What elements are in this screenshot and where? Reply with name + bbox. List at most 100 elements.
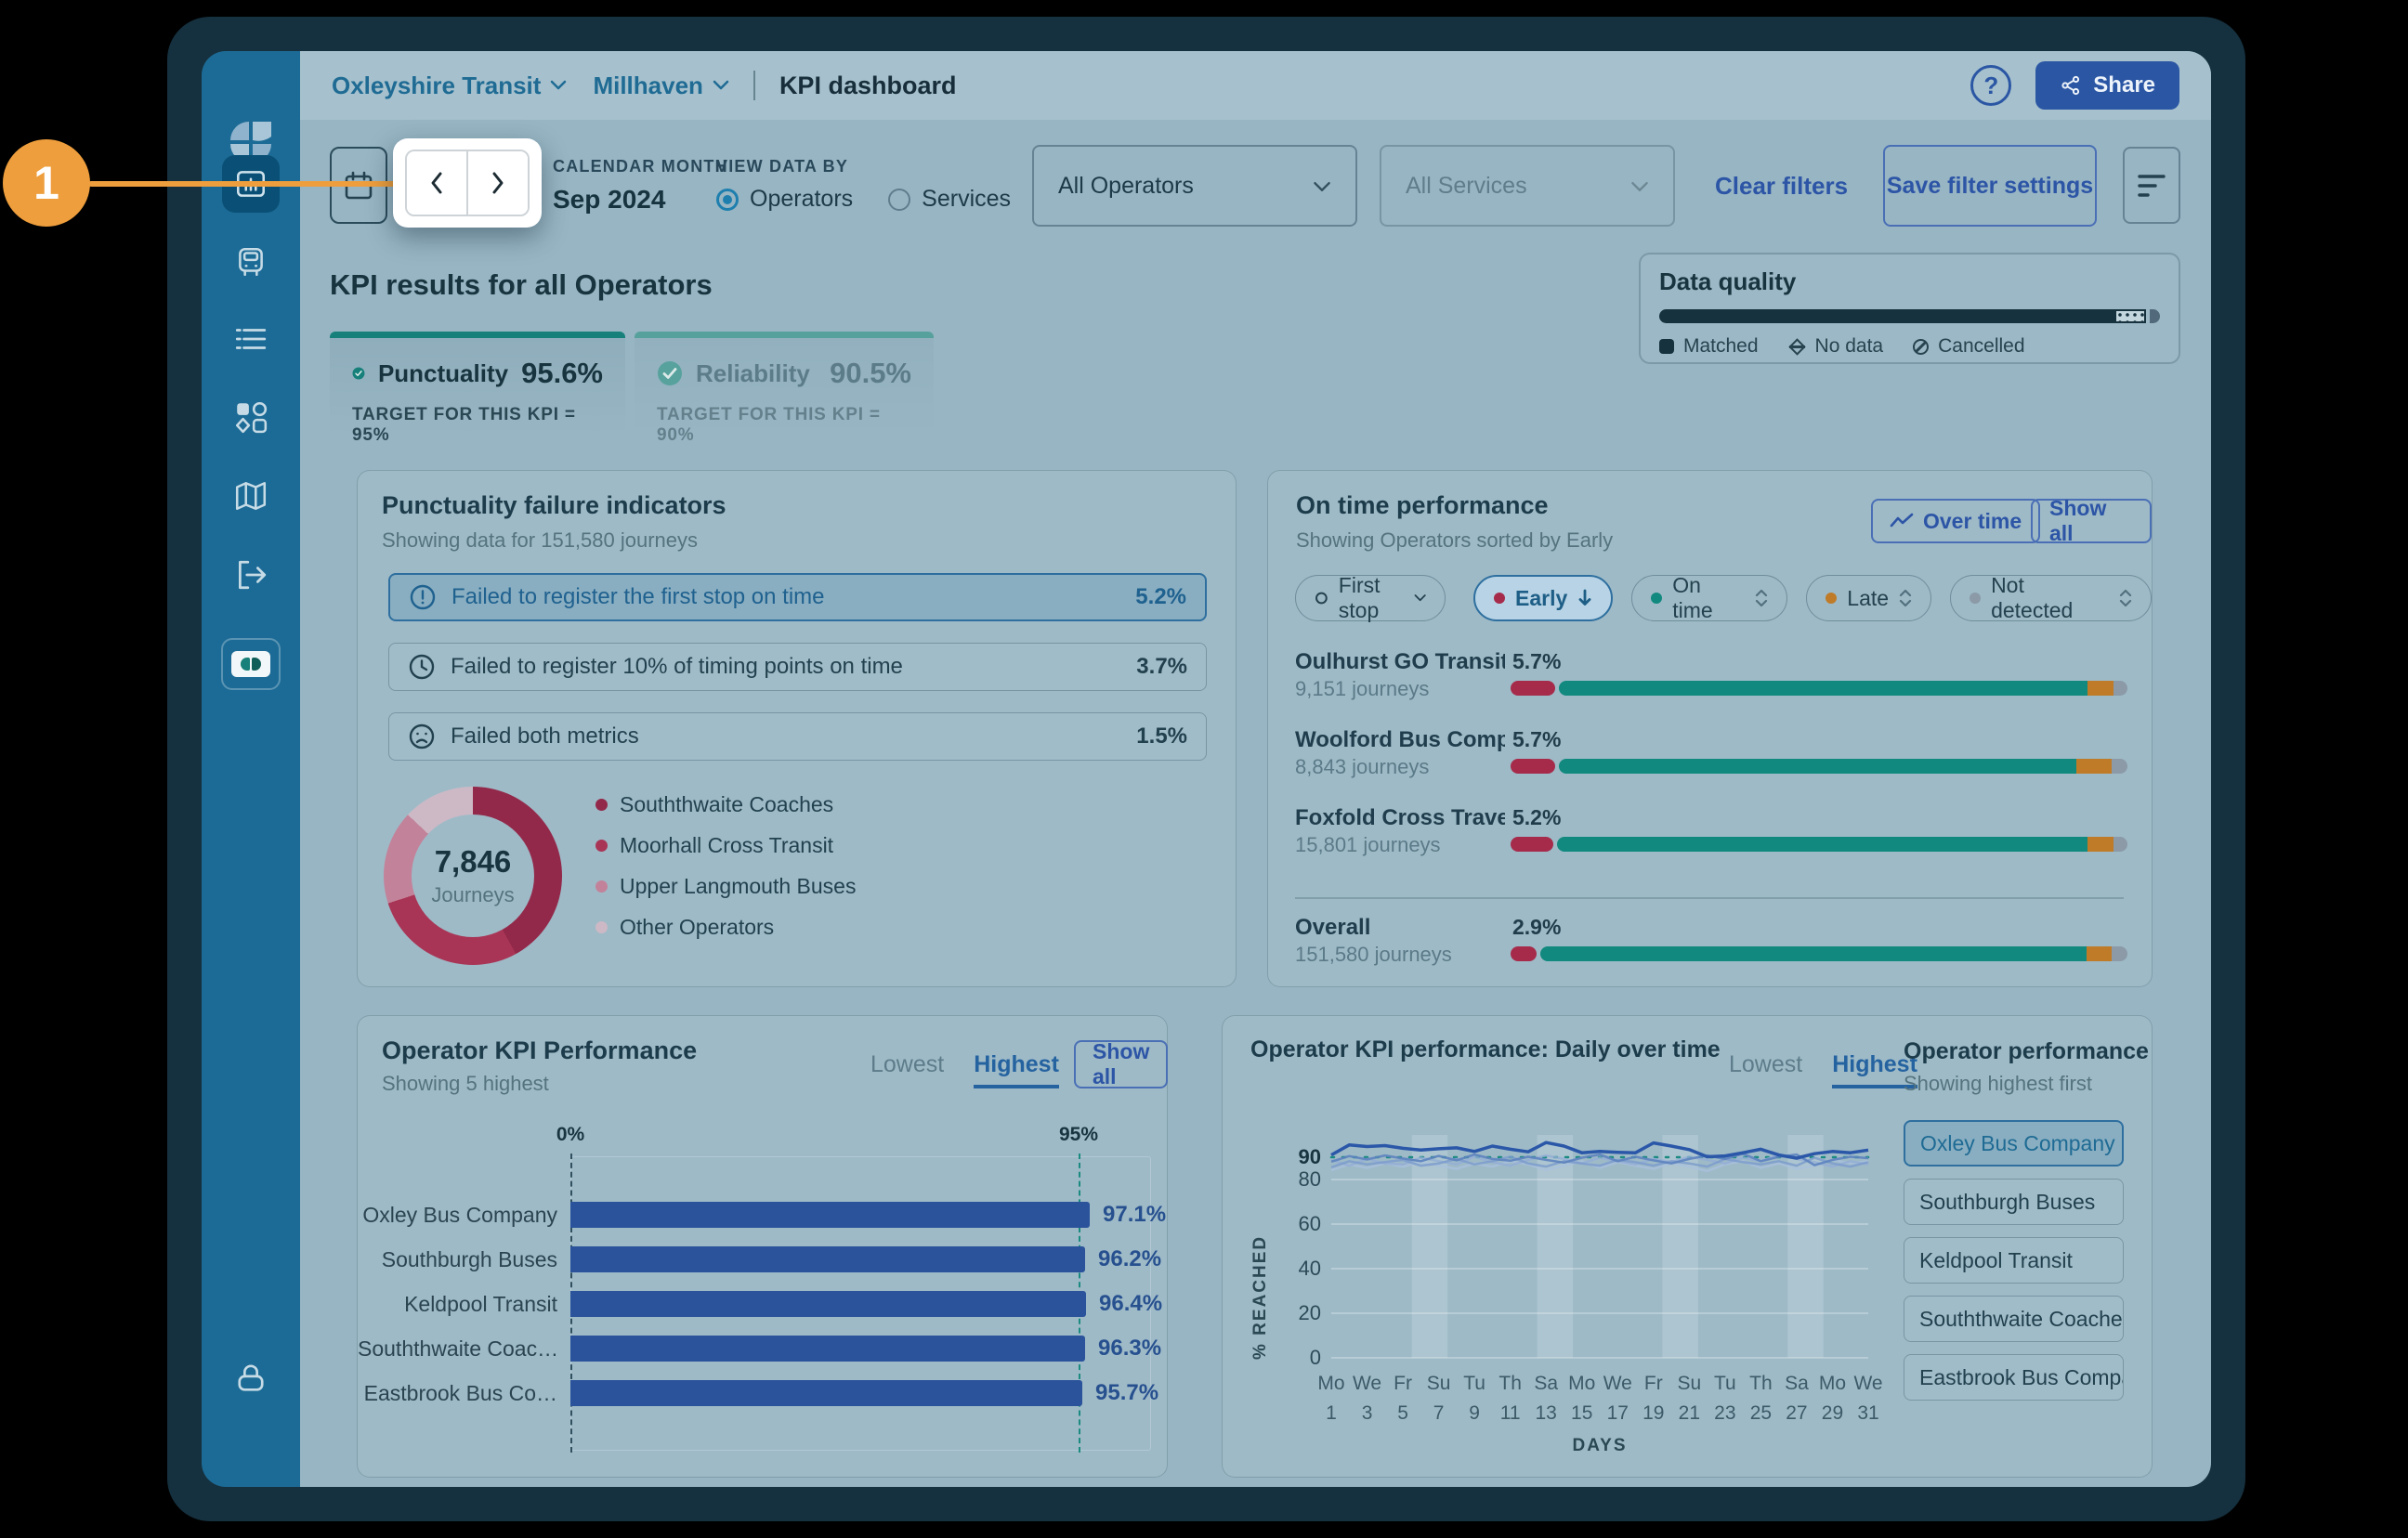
panel-title: Operator KPI Performance bbox=[382, 1036, 697, 1065]
sidebar-item-categories[interactable] bbox=[202, 399, 300, 435]
share-button[interactable]: Share bbox=[2035, 61, 2179, 110]
pill-label: Early bbox=[1515, 586, 1567, 611]
chevron-down-icon bbox=[713, 80, 729, 91]
early-percentage-label: 5.7% bbox=[1512, 649, 1561, 674]
donut-legend-item: Upper Langmouth Buses bbox=[595, 874, 856, 899]
y-tick-label: 80 bbox=[1280, 1167, 1321, 1192]
sort-pill-early[interactable]: Early bbox=[1473, 575, 1613, 621]
sign-out-icon bbox=[233, 557, 268, 593]
chevron-left-icon bbox=[426, 168, 447, 198]
bar[interactable] bbox=[570, 1291, 1086, 1317]
show-all-label: Show all bbox=[1093, 1039, 1149, 1089]
operator-journeys: 9,151 journeys bbox=[1295, 677, 1429, 701]
sidebar-item-vehicles[interactable] bbox=[202, 244, 300, 280]
sidebar-item-app-shortcut[interactable] bbox=[221, 638, 281, 690]
previous-month-button[interactable] bbox=[407, 151, 468, 215]
pill-label: On time bbox=[1672, 573, 1745, 623]
x-tick-day-label: Th bbox=[1490, 1373, 1531, 1395]
sidebar-item-map[interactable] bbox=[202, 478, 300, 514]
sort-pill-on-time[interactable]: On time bbox=[1631, 575, 1787, 621]
x-tick-day-label: Th bbox=[1740, 1373, 1781, 1395]
failure-indicator-value: 1.5% bbox=[1136, 723, 1187, 749]
failure-indicator-row[interactable]: Failed to register the first stop on tim… bbox=[388, 573, 1207, 621]
sidebar-item-sign-out[interactable] bbox=[202, 557, 300, 593]
sort-pill-not-detected[interactable]: Not detected bbox=[1950, 575, 2152, 621]
sidebar-item-list[interactable] bbox=[202, 321, 300, 357]
operator-performance-row[interactable]: Foxfold Cross Travel15,801 journeys5.2% bbox=[1295, 800, 2124, 878]
highest-toggle[interactable]: Highest bbox=[974, 1051, 1059, 1088]
failure-indicator-row[interactable]: Failed to register 10% of timing points … bbox=[388, 643, 1207, 691]
x-tick-day-label: Tu bbox=[1454, 1373, 1495, 1395]
main-area: Oxleyshire Transit Millhaven KPI dashboa… bbox=[300, 51, 2211, 1487]
operator-performance-row[interactable]: Woolford Bus Comp…8,843 journeys5.7% bbox=[1295, 722, 2124, 800]
operators-select[interactable]: All Operators bbox=[1032, 145, 1357, 227]
help-button[interactable]: ? bbox=[1970, 65, 2011, 106]
operator-button-oxley-bus-company[interactable]: Oxley Bus Company bbox=[1904, 1120, 2124, 1167]
sort-down-icon bbox=[1577, 588, 1592, 608]
bar[interactable] bbox=[570, 1380, 1082, 1406]
first-stop-select[interactable]: First stop bbox=[1295, 575, 1446, 621]
radio-operators[interactable]: Operators bbox=[716, 186, 853, 213]
operator-button-keldpool-transit[interactable]: Keldpool Transit bbox=[1904, 1237, 2124, 1284]
next-month-button[interactable] bbox=[468, 151, 528, 215]
topbar: Oxleyshire Transit Millhaven KPI dashboa… bbox=[300, 51, 2211, 120]
legend-label: Matched bbox=[1683, 335, 1759, 358]
x-tick-number-label: 21 bbox=[1669, 1402, 1709, 1425]
failure-indicator-value: 5.2% bbox=[1135, 584, 1186, 610]
sort-pill-late[interactable]: Late bbox=[1806, 575, 1931, 621]
bar[interactable] bbox=[570, 1336, 1085, 1362]
calendar-month-value: Sep 2024 bbox=[553, 185, 728, 215]
failure-indicator-value: 3.7% bbox=[1136, 654, 1187, 680]
show-all-button[interactable]: Show all bbox=[1074, 1040, 1168, 1088]
operator-button-souththwaite-coaches[interactable]: Souththwaite Coaches bbox=[1904, 1296, 2124, 1342]
daily-over-time-panel: Operator KPI performance: Daily over tim… bbox=[1222, 1015, 2153, 1478]
operator-performance-row[interactable]: Overall151,580 journeys2.9% bbox=[1295, 909, 2124, 987]
bar[interactable] bbox=[570, 1246, 1085, 1272]
bar-segment-on-time bbox=[1540, 946, 2087, 961]
clear-filters-link[interactable]: Clear filters bbox=[1715, 145, 1848, 227]
operator-performance-row[interactable]: Oulhurst GO Transit9,151 journeys5.7% bbox=[1295, 644, 2124, 722]
bar-segment-late bbox=[2087, 946, 2111, 961]
panel-subtitle: Showing 5 highest bbox=[382, 1072, 549, 1096]
panel-title: On time performance bbox=[1296, 491, 1549, 520]
x-tick-number-label: 9 bbox=[1454, 1402, 1495, 1425]
share-icon bbox=[2060, 74, 2082, 97]
legend-label: Upper Langmouth Buses bbox=[620, 874, 856, 899]
over-time-button[interactable]: Over time bbox=[1871, 499, 2040, 543]
sidebar-item-lock[interactable] bbox=[202, 1359, 300, 1396]
panel-title: Operator KPI performance: Daily over tim… bbox=[1250, 1036, 1721, 1063]
y-axis-label: % REACHED bbox=[1250, 1165, 1271, 1360]
operator-button-eastbrook-bus-compa-[interactable]: Eastbrook Bus Compa… bbox=[1904, 1354, 2124, 1401]
operator-button-southburgh-buses[interactable]: Southburgh Buses bbox=[1904, 1179, 2124, 1225]
breadcrumb-region[interactable]: Millhaven bbox=[593, 72, 728, 100]
line-chart bbox=[1331, 1135, 1868, 1365]
bar[interactable] bbox=[570, 1202, 1090, 1228]
kpi-bar-row: Souththwaite Coac…96.3% bbox=[358, 1336, 1167, 1362]
radio-services-label: Services bbox=[922, 186, 1011, 213]
breadcrumb-label: Oxleyshire Transit bbox=[332, 72, 541, 100]
legend-label: Other Operators bbox=[620, 915, 774, 940]
list-icon bbox=[233, 321, 268, 357]
tab-punctuality[interactable]: Punctuality 95.6% TARGET FOR THIS KPI = … bbox=[330, 332, 625, 436]
save-filter-settings-button[interactable]: Save filter settings bbox=[1883, 145, 2097, 227]
lowest-toggle[interactable]: Lowest bbox=[1729, 1051, 1802, 1078]
bar-segment-not-detected bbox=[2112, 759, 2127, 774]
bar-segment-not-detected bbox=[2114, 837, 2127, 852]
x-tick-day-label: Fr bbox=[1633, 1373, 1674, 1395]
tab-reliability[interactable]: Reliability 90.5% TARGET FOR THIS KPI = … bbox=[635, 332, 934, 436]
bar-segment-early bbox=[1511, 946, 1537, 961]
radio-services[interactable]: Services bbox=[888, 186, 1011, 213]
legend-label: Souththwaite Coaches bbox=[620, 792, 833, 817]
breadcrumb-organisation[interactable]: Oxleyshire Transit bbox=[332, 72, 567, 100]
chevron-right-icon bbox=[488, 168, 508, 198]
bar-value-label: 96.4% bbox=[1099, 1291, 1162, 1317]
chevron-down-icon bbox=[1630, 181, 1649, 193]
operator-name: Foxfold Cross Travel bbox=[1295, 805, 1505, 831]
services-select[interactable]: All Services bbox=[1380, 145, 1675, 227]
lowest-toggle[interactable]: Lowest bbox=[870, 1051, 944, 1078]
filter-settings-button[interactable] bbox=[2123, 147, 2180, 224]
show-all-button[interactable]: Show all bbox=[2031, 499, 2152, 543]
operator-journeys: 151,580 journeys bbox=[1295, 943, 1452, 967]
failure-indicator-row[interactable]: Failed both metrics1.5% bbox=[388, 712, 1207, 761]
stacked-bar bbox=[1511, 681, 2124, 696]
